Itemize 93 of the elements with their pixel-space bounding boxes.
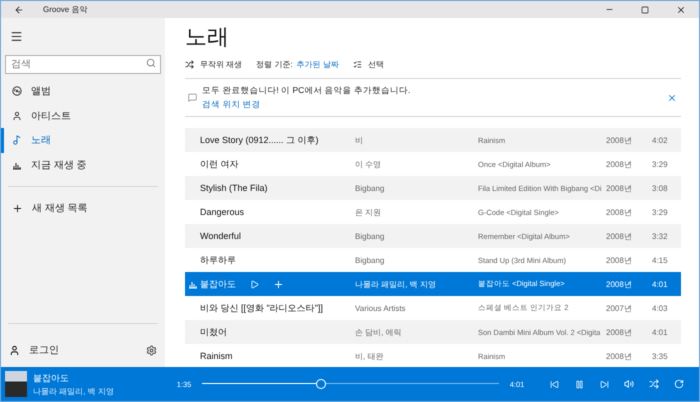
now-playing-title: 붙잡아도	[33, 372, 70, 384]
artist-cell: 비	[355, 134, 363, 146]
sign-in-link[interactable]: 로그인	[29, 343, 137, 357]
artist-cell: 은 지원	[355, 206, 382, 218]
seek-slider[interactable]	[202, 379, 499, 389]
artist-cell: 나몰라 패밀리, 백 지영	[355, 278, 436, 290]
song-title: Love Story (0912...... 그 이후)	[200, 134, 319, 146]
sort-dropdown[interactable]: 추가된 날짜	[296, 58, 339, 70]
checklist-icon	[352, 60, 362, 68]
previous-button[interactable]	[548, 380, 560, 388]
nav-item[interactable]: 노래	[1, 128, 165, 152]
settings-button[interactable]	[146, 344, 157, 356]
close-icon	[667, 92, 677, 102]
now-playing-artist: 나몰라 패밀리, 백 지영	[33, 386, 115, 396]
back-arrow-icon	[14, 4, 24, 14]
previous-icon	[550, 380, 558, 388]
year-cell: 2007년	[606, 302, 632, 314]
bars-icon	[188, 279, 198, 289]
notification-message: 모두 완료했습니다! 이 PC에서 음악을 추가했습니다.	[202, 84, 412, 96]
volume-button[interactable]	[623, 379, 635, 389]
person-icon	[9, 344, 20, 356]
plus-icon	[273, 278, 284, 290]
next-icon	[600, 380, 608, 388]
year-cell: 2008년	[606, 158, 632, 170]
maximize-icon	[641, 6, 649, 14]
song-title: 하루하루	[200, 254, 236, 266]
search-icon[interactable]	[146, 58, 156, 68]
shuffle-button[interactable]	[648, 379, 660, 389]
song-title: 붙잡아도	[200, 278, 236, 290]
artist-cell: Bigbang	[355, 256, 384, 264]
artist-cell: 비, 태완	[355, 350, 384, 362]
song-title: 미쳤어	[200, 326, 227, 338]
shuffle-icon	[185, 60, 194, 68]
close-icon	[676, 4, 686, 14]
settings-icon	[146, 344, 157, 356]
pause-icon	[574, 380, 584, 388]
notification-link[interactable]: 검색 위치 변경	[202, 98, 662, 110]
nav-item[interactable]: 앨범	[1, 79, 165, 104]
year-cell: 2008년	[606, 278, 632, 290]
message-icon	[188, 93, 197, 102]
year-cell: 2008년	[606, 326, 632, 338]
person-icon	[12, 110, 22, 121]
song-title: 비와 당신 [[영화 "라디오스타"]]	[200, 302, 323, 314]
artist-cell: Bigbang	[355, 232, 384, 240]
close-button[interactable]	[667, 92, 677, 102]
music-note-icon	[12, 135, 22, 146]
duration-cell: 3:32	[652, 232, 668, 240]
plus-icon	[12, 202, 23, 214]
duration-cell: 3:29	[652, 208, 668, 216]
duration-cell: 3:29	[652, 160, 668, 168]
artist-cell: 손 담비, 에릭	[355, 326, 402, 338]
sort-label: 정렬 기준:	[256, 58, 293, 70]
nav-item[interactable]: 지금 재생 중	[1, 152, 165, 177]
add-button[interactable]	[273, 278, 284, 290]
repeat-icon	[674, 379, 684, 389]
search-field[interactable]: 검색	[5, 55, 161, 74]
new-playlist-button[interactable]: 새 재생 목록	[1, 196, 165, 220]
duration-cell: 4:01	[652, 328, 668, 336]
duration-cell: 3:08	[652, 184, 668, 192]
song-title: Wonderful	[200, 231, 241, 241]
duration-cell: 4:03	[652, 304, 668, 312]
artist-cell: Bigbang	[355, 184, 384, 192]
artist-cell: Various Artists	[355, 304, 406, 312]
select-button[interactable]: 선택	[352, 58, 384, 70]
menu-icon	[10, 30, 22, 42]
play-icon	[250, 280, 259, 288]
duration-cell: 4:15	[652, 256, 668, 264]
year-cell: 2008년	[606, 350, 632, 362]
song-title: Dangerous	[200, 207, 244, 217]
year-cell: 2008년	[606, 254, 632, 266]
artist-cell: 이 수영	[355, 158, 382, 170]
next-button[interactable]	[598, 380, 610, 388]
play-button[interactable]	[250, 280, 259, 288]
window-title: Groove 음악	[43, 4, 88, 15]
year-cell: 2008년	[606, 134, 632, 146]
year-cell: 2008년	[606, 206, 632, 218]
nav-item[interactable]: 아티스트	[1, 104, 165, 128]
shuffle-icon	[649, 379, 659, 389]
song-title: Stylish (The Fila)	[200, 183, 268, 193]
album-icon	[12, 86, 22, 96]
year-cell: 2008년	[606, 230, 632, 242]
photo-placeholder	[5, 371, 27, 397]
duration-cell: 3:35	[652, 352, 668, 360]
speaker-icon	[624, 379, 634, 389]
page-heading: 노래	[185, 23, 230, 51]
song-title: 이런 여자	[200, 158, 239, 170]
repeat-button[interactable]	[673, 379, 685, 389]
duration-cell: 4:01	[652, 280, 668, 288]
slider-thumb[interactable]	[316, 379, 326, 389]
duration-cell: 4:02	[652, 136, 668, 144]
year-cell: 2008년	[606, 182, 632, 194]
shuffle-button[interactable]: 무작위 재생	[185, 58, 242, 70]
song-title: Rainism	[200, 351, 233, 361]
